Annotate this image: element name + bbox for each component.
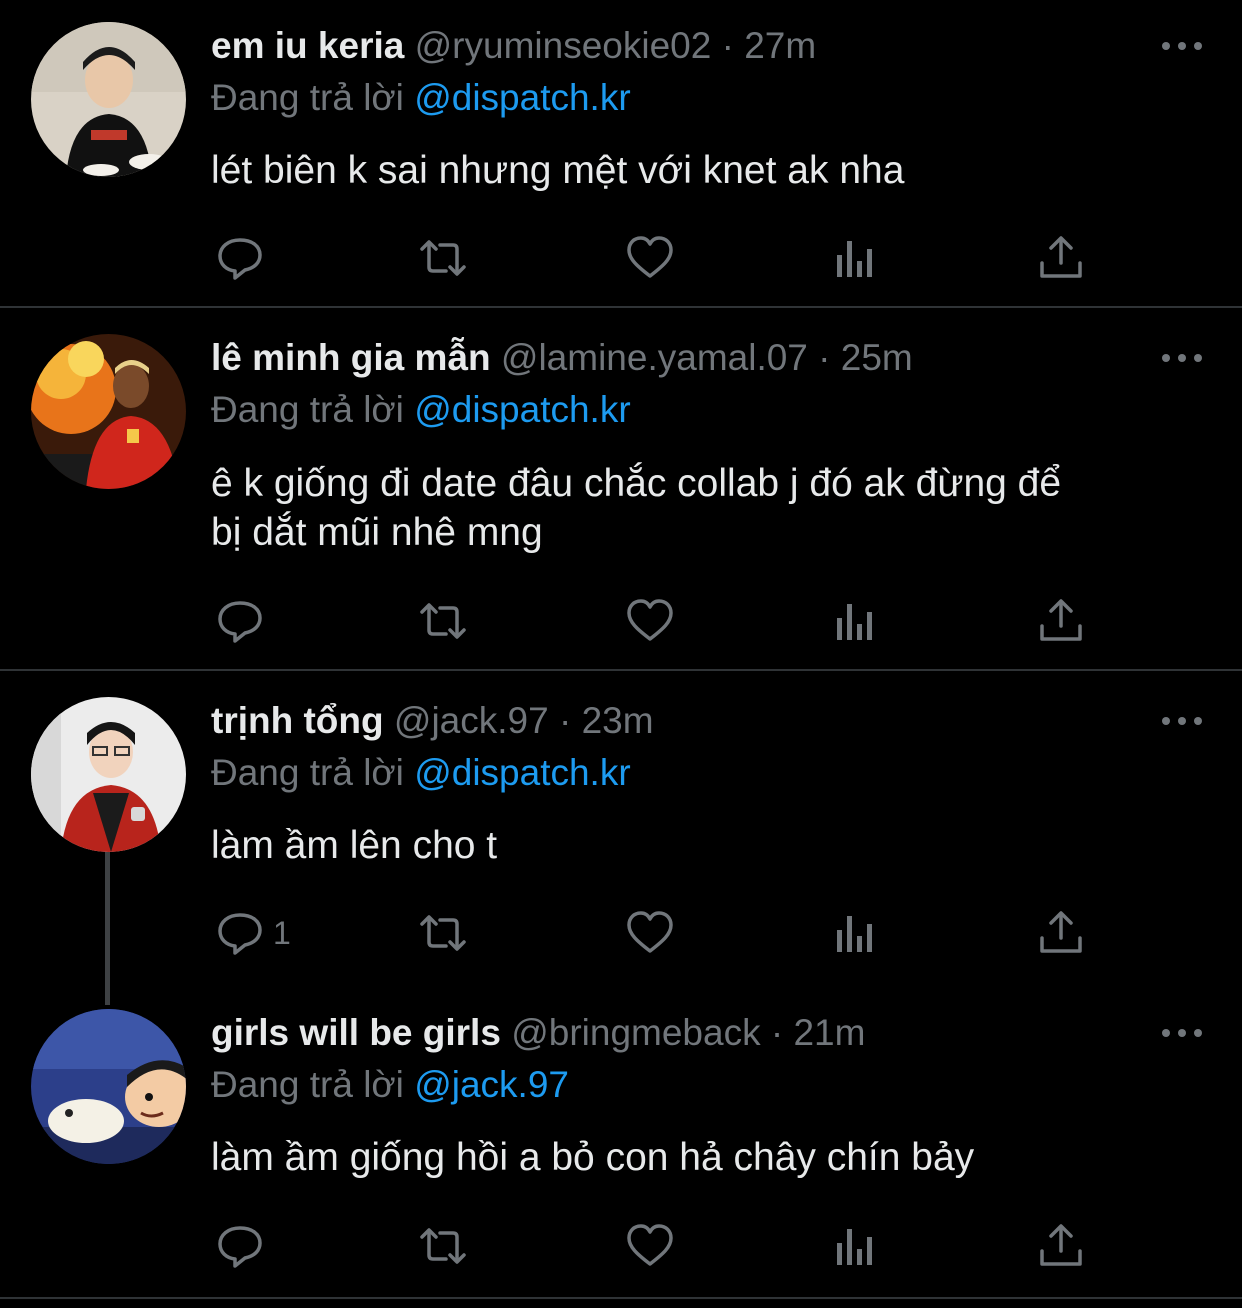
tweet[interactable]: trịnh tổng @jack.97 · 23m Đang trả lời @… bbox=[0, 672, 1242, 984]
retweet-button[interactable] bbox=[418, 233, 468, 283]
views-icon bbox=[837, 916, 872, 952]
reply-to-link[interactable]: @dispatch.kr bbox=[414, 752, 630, 793]
reply-to-link[interactable]: @jack.97 bbox=[414, 1064, 569, 1105]
heart-icon bbox=[627, 1224, 673, 1266]
share-icon bbox=[1040, 1224, 1082, 1266]
avatar[interactable] bbox=[31, 22, 186, 177]
retweet-icon bbox=[420, 915, 466, 951]
avatar[interactable] bbox=[31, 334, 186, 489]
reply-icon bbox=[218, 913, 262, 955]
separator: · bbox=[558, 700, 572, 741]
views-button[interactable] bbox=[831, 1221, 881, 1271]
reply-button[interactable] bbox=[215, 233, 273, 283]
tweet-text-line: bị dắt mũi nhê mng bbox=[211, 511, 543, 554]
tweet[interactable]: lê minh gia mẫn @lamine.yamal.07 · 25m Đ… bbox=[0, 309, 1242, 671]
avatar[interactable] bbox=[31, 1009, 186, 1164]
views-icon bbox=[837, 604, 872, 640]
reply-icon bbox=[218, 601, 262, 643]
timestamp[interactable]: 27m bbox=[744, 25, 816, 66]
user-handle[interactable]: @lamine.yamal.07 bbox=[501, 337, 808, 378]
heart-icon bbox=[627, 911, 673, 953]
reply-button[interactable]: 1 bbox=[215, 908, 291, 958]
reply-to-link[interactable]: @dispatch.kr bbox=[414, 77, 630, 118]
retweet-button[interactable] bbox=[418, 1221, 468, 1271]
heart-icon bbox=[627, 236, 673, 278]
tweet[interactable]: girls will be girls @bringmeback · 21m Đ… bbox=[0, 985, 1242, 1308]
user-handle[interactable]: @bringmeback bbox=[511, 1012, 760, 1053]
heart-icon bbox=[627, 599, 673, 641]
reply-to-link[interactable]: @dispatch.kr bbox=[414, 389, 630, 430]
separator: · bbox=[721, 25, 734, 66]
share-icon bbox=[1040, 911, 1082, 953]
reply-prefix: Đang trả lời bbox=[211, 752, 404, 793]
timestamp[interactable]: 23m bbox=[582, 700, 654, 741]
reply-prefix: Đang trả lời bbox=[211, 77, 404, 118]
divider bbox=[0, 669, 1242, 671]
retweet-icon bbox=[420, 603, 466, 639]
separator: · bbox=[818, 337, 831, 378]
display-name[interactable]: lê minh gia mẫn bbox=[211, 337, 491, 378]
retweet-icon bbox=[420, 1228, 466, 1264]
views-button[interactable] bbox=[831, 908, 881, 958]
views-button[interactable] bbox=[831, 233, 881, 283]
views-icon bbox=[837, 241, 872, 277]
divider bbox=[0, 1297, 1242, 1299]
reply-button[interactable] bbox=[215, 596, 273, 646]
user-handle[interactable]: @jack.97 bbox=[394, 700, 549, 741]
share-button[interactable] bbox=[1036, 908, 1086, 958]
share-icon bbox=[1040, 599, 1082, 641]
share-icon bbox=[1040, 236, 1082, 278]
display-name[interactable]: girls will be girls bbox=[211, 1012, 501, 1053]
display-name[interactable]: trịnh tổng bbox=[211, 700, 384, 741]
more-icon[interactable] bbox=[1162, 350, 1202, 366]
tweet-text: làm ầm lên cho t bbox=[211, 824, 498, 867]
separator: · bbox=[770, 1012, 784, 1053]
like-button[interactable] bbox=[625, 596, 675, 646]
reply-button[interactable] bbox=[215, 1221, 273, 1271]
display-name[interactable]: em iu keria bbox=[211, 25, 404, 66]
timestamp[interactable]: 21m bbox=[793, 1012, 865, 1053]
reply-icon bbox=[218, 1226, 262, 1268]
retweet-icon bbox=[420, 240, 466, 276]
views-icon bbox=[837, 1229, 872, 1265]
share-button[interactable] bbox=[1036, 233, 1086, 283]
reply-prefix: Đang trả lời bbox=[211, 1064, 404, 1105]
share-button[interactable] bbox=[1036, 596, 1086, 646]
tweet-text: lét biên k sai nhưng mệt với knet ak nha bbox=[211, 149, 905, 192]
avatar[interactable] bbox=[31, 697, 186, 852]
reply-count: 1 bbox=[273, 914, 291, 951]
like-button[interactable] bbox=[625, 1221, 675, 1271]
reply-prefix: Đang trả lời bbox=[211, 389, 404, 430]
tweet-text: làm ầm giống hồi a bỏ con hả chây chín b… bbox=[211, 1136, 975, 1179]
more-icon[interactable] bbox=[1162, 1025, 1202, 1041]
like-button[interactable] bbox=[625, 908, 675, 958]
views-button[interactable] bbox=[831, 596, 881, 646]
tweet[interactable]: em iu keria @ryuminseokie02 · 27m Đang t… bbox=[0, 0, 1242, 308]
retweet-button[interactable] bbox=[418, 596, 468, 646]
user-handle[interactable]: @ryuminseokie02 bbox=[415, 25, 712, 66]
tweet-text: ê k giống đi date đâu chắc collab j đó a… bbox=[211, 459, 1201, 557]
more-icon[interactable] bbox=[1162, 713, 1202, 729]
share-button[interactable] bbox=[1036, 1221, 1086, 1271]
like-button[interactable] bbox=[625, 233, 675, 283]
timestamp[interactable]: 25m bbox=[841, 337, 913, 378]
divider bbox=[0, 306, 1242, 308]
tweet-text-line: ê k giống đi date đâu chắc collab j đó a… bbox=[211, 462, 1062, 505]
more-icon[interactable] bbox=[1162, 38, 1202, 54]
retweet-button[interactable] bbox=[418, 908, 468, 958]
reply-icon bbox=[218, 238, 262, 280]
